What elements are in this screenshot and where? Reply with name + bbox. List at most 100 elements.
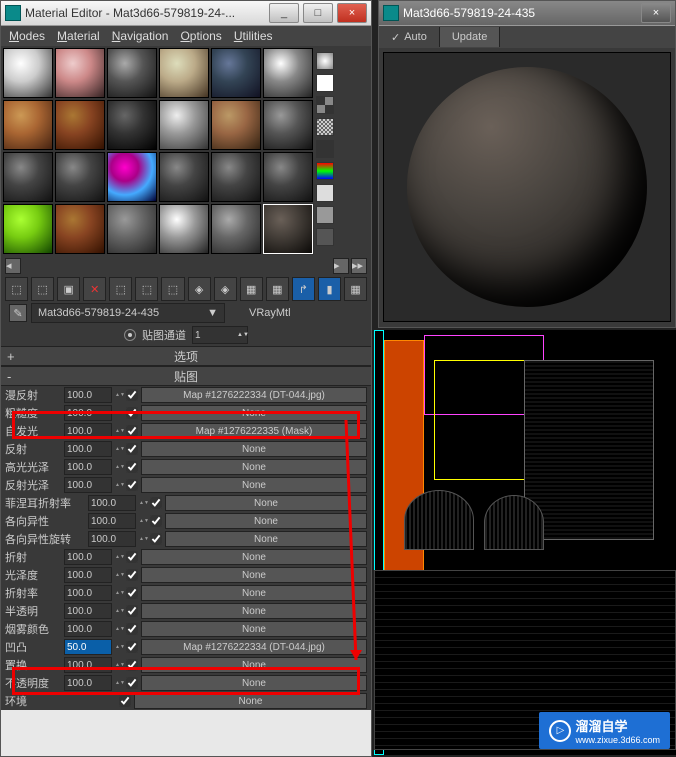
- spinner-arrows-icon[interactable]: ▲▼: [115, 681, 123, 686]
- map-slot-button[interactable]: None: [165, 513, 367, 529]
- map-amount-spinner[interactable]: 100.0: [64, 603, 112, 619]
- mat-slot-13[interactable]: [3, 152, 53, 202]
- mat-slot-5[interactable]: [211, 48, 261, 98]
- map-slot-button[interactable]: None: [141, 459, 367, 475]
- mat-slot-21[interactable]: [107, 204, 157, 254]
- mat-slot-17[interactable]: [211, 152, 261, 202]
- mat-slot-23[interactable]: [211, 204, 261, 254]
- spinner-arrows-icon[interactable]: ▲▼: [115, 483, 123, 488]
- map-slot-button[interactable]: None: [134, 693, 367, 709]
- auto-tab[interactable]: ✓ Auto: [379, 27, 440, 47]
- select-icon[interactable]: [316, 228, 334, 246]
- map-enable-checkbox[interactable]: [150, 515, 162, 527]
- map-amount-spinner[interactable]: 100.0: [88, 513, 136, 529]
- map-enable-checkbox[interactable]: [126, 479, 138, 491]
- section-options[interactable]: + 选项: [1, 346, 371, 366]
- mat-slot-22[interactable]: [159, 204, 209, 254]
- channel-spinner[interactable]: 1 ▲▼: [192, 326, 248, 344]
- spinner-arrows-icon[interactable]: ▲▼: [115, 555, 123, 560]
- map-amount-spinner[interactable]: 100.0: [64, 477, 112, 493]
- maximize-button[interactable]: □: [303, 3, 333, 23]
- mat-slot-11[interactable]: [211, 100, 261, 150]
- show-map-button[interactable]: ▦: [240, 277, 263, 301]
- type-button[interactable]: ▮: [318, 277, 341, 301]
- get-material-button[interactable]: ⬚: [5, 277, 28, 301]
- spinner-arrows-icon[interactable]: ▲▼: [115, 573, 123, 578]
- mat-slot-3[interactable]: [107, 48, 157, 98]
- map-amount-spinner[interactable]: 100.0: [64, 405, 112, 421]
- mat-slot-6[interactable]: [263, 48, 313, 98]
- mat-slot-14[interactable]: [55, 152, 105, 202]
- preview-close-button[interactable]: ×: [641, 3, 671, 23]
- section-maps[interactable]: - 贴图: [1, 366, 371, 386]
- map-slot-button[interactable]: None: [141, 477, 367, 493]
- map-slot-button[interactable]: None: [141, 603, 367, 619]
- assign-button[interactable]: ▣: [57, 277, 80, 301]
- map-enable-checkbox[interactable]: [126, 587, 138, 599]
- map-enable-checkbox[interactable]: [126, 425, 138, 437]
- mat-slot-1[interactable]: [3, 48, 53, 98]
- sample-type-icon[interactable]: [316, 52, 334, 70]
- map-amount-spinner[interactable]: 100.0: [64, 423, 112, 439]
- map-slot-button[interactable]: Map #1276222335 (Mask): [141, 423, 367, 439]
- map-amount-spinner[interactable]: 100.0: [88, 495, 136, 511]
- spinner-arrows-icon[interactable]: ▲▼: [115, 609, 123, 614]
- menu-navigation[interactable]: Navigation: [112, 29, 169, 43]
- video-color-icon[interactable]: [316, 162, 334, 180]
- delete-button[interactable]: ✕: [83, 277, 106, 301]
- mat-slot-2[interactable]: [55, 48, 105, 98]
- pick-button[interactable]: ↱: [292, 277, 315, 301]
- mat-slot-7[interactable]: [3, 100, 53, 150]
- map-amount-spinner[interactable]: 100.0: [64, 387, 112, 403]
- map-amount-spinner[interactable]: 50.0: [64, 639, 112, 655]
- map-enable-checkbox[interactable]: [126, 605, 138, 617]
- map-amount-spinner[interactable]: 100.0: [64, 441, 112, 457]
- pattern-icon[interactable]: [316, 118, 334, 136]
- put-to-scene-button[interactable]: ⬚: [161, 277, 184, 301]
- map-slot-button[interactable]: None: [141, 657, 367, 673]
- map-enable-checkbox[interactable]: [126, 389, 138, 401]
- map-slot-button[interactable]: None: [141, 567, 367, 583]
- spinner-arrows-icon[interactable]: ▲▼: [115, 447, 123, 452]
- map-slot-button[interactable]: None: [141, 405, 367, 421]
- spinner-arrows-icon[interactable]: ▲▼: [139, 519, 147, 524]
- background-icon[interactable]: [316, 96, 334, 114]
- menu-material[interactable]: Material: [57, 29, 100, 43]
- show-result-button[interactable]: ▦: [266, 277, 289, 301]
- map-slot-button[interactable]: None: [165, 495, 367, 511]
- map-amount-spinner[interactable]: 100.0: [64, 621, 112, 637]
- spinner-arrows-icon[interactable]: ▲▼: [115, 465, 123, 470]
- map-enable-checkbox[interactable]: [126, 677, 138, 689]
- mat-slot-10[interactable]: [159, 100, 209, 150]
- scroll-left-icon[interactable]: ◂: [5, 258, 21, 274]
- menu-utilities[interactable]: Utilities: [234, 29, 273, 43]
- scroll-right-icon[interactable]: ▸: [333, 258, 349, 274]
- map-enable-checkbox[interactable]: [126, 641, 138, 653]
- 3d-viewport[interactable]: [374, 330, 676, 755]
- map-enable-checkbox[interactable]: [126, 659, 138, 671]
- spinner-arrows-icon[interactable]: ▲▼: [115, 627, 123, 632]
- map-slot-button[interactable]: Map #1276222334 (DT-044.jpg): [141, 639, 367, 655]
- spinner-arrows[interactable]: ▲▼: [237, 333, 245, 338]
- material-name-dropdown[interactable]: Mat3d66-579819-24-435 ▼: [31, 303, 225, 323]
- mat-slot-4[interactable]: [159, 48, 209, 98]
- map-enable-checkbox[interactable]: [150, 497, 162, 509]
- map-slot-button[interactable]: None: [165, 531, 367, 547]
- material-type-label[interactable]: VRayMtl: [249, 307, 291, 319]
- map-enable-checkbox[interactable]: [150, 533, 162, 545]
- map-slot-button[interactable]: None: [141, 441, 367, 457]
- more-button[interactable]: ▦: [344, 277, 367, 301]
- mat-slot-15[interactable]: [107, 152, 157, 202]
- mat-slot-8[interactable]: [55, 100, 105, 150]
- menu-options[interactable]: Options: [180, 29, 221, 43]
- map-amount-spinner[interactable]: 100.0: [64, 675, 112, 691]
- spinner-arrows-icon[interactable]: ▲▼: [139, 537, 147, 542]
- map-amount-spinner[interactable]: 100.0: [88, 531, 136, 547]
- map-slot-button[interactable]: None: [141, 549, 367, 565]
- map-enable-checkbox[interactable]: [119, 695, 131, 707]
- make-copy-button[interactable]: ⬚: [109, 277, 132, 301]
- titlebar[interactable]: Material Editor - Mat3d66-579819-24-... …: [1, 1, 371, 26]
- map-enable-checkbox[interactable]: [126, 443, 138, 455]
- map-enable-checkbox[interactable]: [126, 461, 138, 473]
- map-slot-button[interactable]: None: [141, 675, 367, 691]
